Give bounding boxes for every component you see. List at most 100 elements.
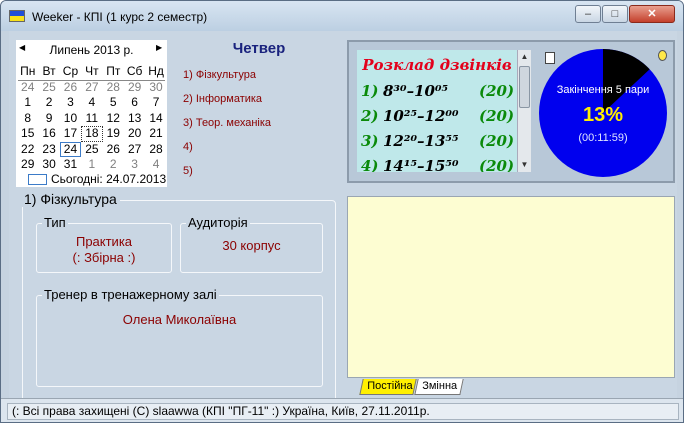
bell-break: (20) (479, 132, 515, 150)
teacher-value: Олена Миколаївна (122, 312, 237, 327)
calendar-day[interactable]: 9 (38, 111, 59, 127)
calendar-day[interactable]: 1 (17, 95, 38, 111)
lesson-item[interactable]: 2) Інформатика (183, 93, 271, 117)
bell-row: 1) 8³⁰–10⁰⁵ (20) (361, 82, 517, 104)
calendar-day[interactable]: 26 (60, 80, 81, 96)
lesson-list: 1) Фізкультура 2) Інформатика 3) Теор. м… (183, 69, 271, 189)
calendar-day[interactable]: 2 (38, 95, 59, 111)
calendar-day[interactable]: 3 (124, 157, 145, 173)
calendar-today-link[interactable]: Сьогодні: 24.07.2013 (28, 172, 166, 186)
calendar-month-label[interactable]: Липень 2013 р. (16, 43, 167, 57)
bell-row: 4) 14¹⁵–15⁵⁰ (20) (361, 157, 517, 172)
calendar-day[interactable]: 17 (60, 126, 81, 142)
status-text: (: Всі права захищені (C) slaawwa (КПІ "… (7, 403, 679, 420)
calendar-week: 24 25 26 27 28 29 30 (17, 80, 167, 96)
notes-area[interactable] (347, 196, 675, 378)
calendar-week: 29 30 31 1 2 3 4 (17, 157, 167, 173)
calendar-day[interactable]: 3 (60, 95, 81, 111)
maximize-button[interactable]: □ (602, 5, 628, 23)
teacher-label: Тренер в тренажерному залі (42, 287, 219, 302)
calendar-week: 22 23 24 25 26 27 28 (17, 141, 167, 158)
calendar-day[interactable]: 29 (124, 80, 145, 96)
calendar-day[interactable]: 30 (145, 80, 166, 96)
calendar-day[interactable]: 13 (124, 111, 145, 127)
bell-number: 1) (361, 82, 379, 100)
calendar-day[interactable]: 5 (103, 95, 124, 111)
bell-number: 2) (361, 107, 379, 125)
status-bar: (: Всі права захищені (C) slaawwa (КПІ "… (1, 398, 683, 422)
calendar-day[interactable]: 29 (17, 157, 38, 173)
room-value: 30 корпус (222, 238, 281, 253)
tab-variable[interactable]: Змінна (414, 379, 464, 395)
bell-time: 10²⁵–12⁰⁰ (383, 107, 459, 125)
title-bar[interactable]: Weeker - КПІ (1 курс 2 семестр) – □ ✕ (1, 1, 683, 31)
type-value: Практика (75, 234, 133, 249)
room-label: Аудиторія (186, 215, 250, 230)
lesson-detail-title: 1) Фізкультура (21, 191, 120, 207)
calendar-day[interactable]: 28 (145, 142, 166, 158)
calendar-day[interactable]: 16 (38, 126, 59, 142)
calendar-day[interactable]: 25 (81, 142, 102, 158)
tab-permanent[interactable]: Постійна (359, 379, 417, 395)
lesson-item[interactable]: 4) (183, 141, 271, 165)
progress-pie: Закінчення 5 пари 13% (00:11:59) (539, 46, 667, 180)
close-button[interactable]: ✕ (629, 5, 675, 23)
scroll-down-icon[interactable]: ▼ (518, 158, 531, 172)
calendar-day[interactable]: 4 (81, 95, 102, 111)
app-window: Weeker - КПІ (1 курс 2 семестр) – □ ✕ ◀ … (0, 0, 684, 423)
calendar-day-focused[interactable]: 18 (81, 126, 103, 142)
weekday-label: Вт (42, 64, 56, 78)
bell-scrollbar[interactable]: ▲ ▼ (517, 50, 531, 172)
calendar-day[interactable]: 27 (124, 142, 145, 158)
next-month-icon[interactable]: ▶ (156, 43, 162, 52)
progress-percent: 13% (582, 104, 624, 126)
weekday-label: Пн (20, 64, 36, 78)
calendar-day[interactable]: 7 (145, 95, 166, 111)
scroll-up-icon[interactable]: ▲ (518, 50, 531, 64)
calendar-week: 1 2 3 4 5 6 7 (17, 95, 167, 111)
calendar-week: 15 16 17 18 19 20 21 (17, 126, 167, 142)
scroll-thumb[interactable] (519, 66, 530, 108)
ukraine-flag-icon (9, 10, 25, 22)
calendar-day[interactable]: 14 (145, 111, 166, 127)
calendar-day[interactable]: 24 (17, 80, 38, 96)
weekday-label: Нд (148, 64, 164, 78)
calendar[interactable]: ◀ Липень 2013 р. ▶ Пн Вт Ср Чт Пт Сб Нд … (16, 40, 167, 187)
bell-schedule-title: Розклад дзвінків (362, 56, 512, 74)
calendar-day[interactable]: 11 (81, 111, 102, 127)
lesson-item[interactable]: 1) Фізкультура (183, 69, 271, 93)
calendar-day[interactable]: 19 (103, 126, 124, 142)
weekday-label: Сб (126, 64, 143, 78)
calendar-day-today[interactable]: 24 (59, 141, 82, 157)
calendar-day[interactable]: 8 (17, 111, 38, 127)
calendar-day[interactable]: 2 (103, 157, 124, 173)
calendar-day[interactable]: 20 (124, 126, 145, 142)
calendar-day[interactable]: 4 (145, 157, 166, 173)
window-title: Weeker - КПІ (1 курс 2 семестр) (32, 10, 208, 24)
lesson-item[interactable]: 3) Теор. механіка (183, 117, 271, 141)
today-marker-icon (28, 174, 47, 186)
bell-row: 2) 10²⁵–12⁰⁰ (20) (361, 107, 517, 129)
calendar-day[interactable]: 1 (81, 157, 102, 173)
bell-number: 3) (361, 132, 379, 150)
calendar-day[interactable]: 25 (38, 80, 59, 96)
calendar-day[interactable]: 22 (17, 142, 38, 158)
minimize-button[interactable]: – (575, 5, 601, 23)
calendar-day[interactable]: 6 (124, 95, 145, 111)
calendar-day[interactable]: 26 (103, 142, 124, 158)
calendar-day[interactable]: 28 (103, 80, 124, 96)
calendar-day[interactable]: 27 (81, 80, 102, 96)
calendar-day[interactable]: 10 (60, 111, 81, 127)
calendar-day[interactable]: 21 (145, 126, 166, 142)
teacher-box (36, 295, 323, 387)
lesson-item[interactable]: 5) (183, 165, 271, 189)
calendar-day[interactable]: 31 (60, 157, 81, 173)
calendar-day[interactable]: 15 (17, 126, 38, 142)
calendar-day[interactable]: 30 (38, 157, 59, 173)
calendar-day[interactable]: 12 (103, 111, 124, 127)
calendar-day[interactable]: 23 (38, 142, 59, 158)
type-label: Тип (42, 215, 68, 230)
calendar-today-label: Сьогодні: 24.07.2013 (51, 172, 167, 186)
weekday-label: Пт (106, 64, 121, 78)
progress-label: Закінчення 5 пари (556, 84, 650, 96)
